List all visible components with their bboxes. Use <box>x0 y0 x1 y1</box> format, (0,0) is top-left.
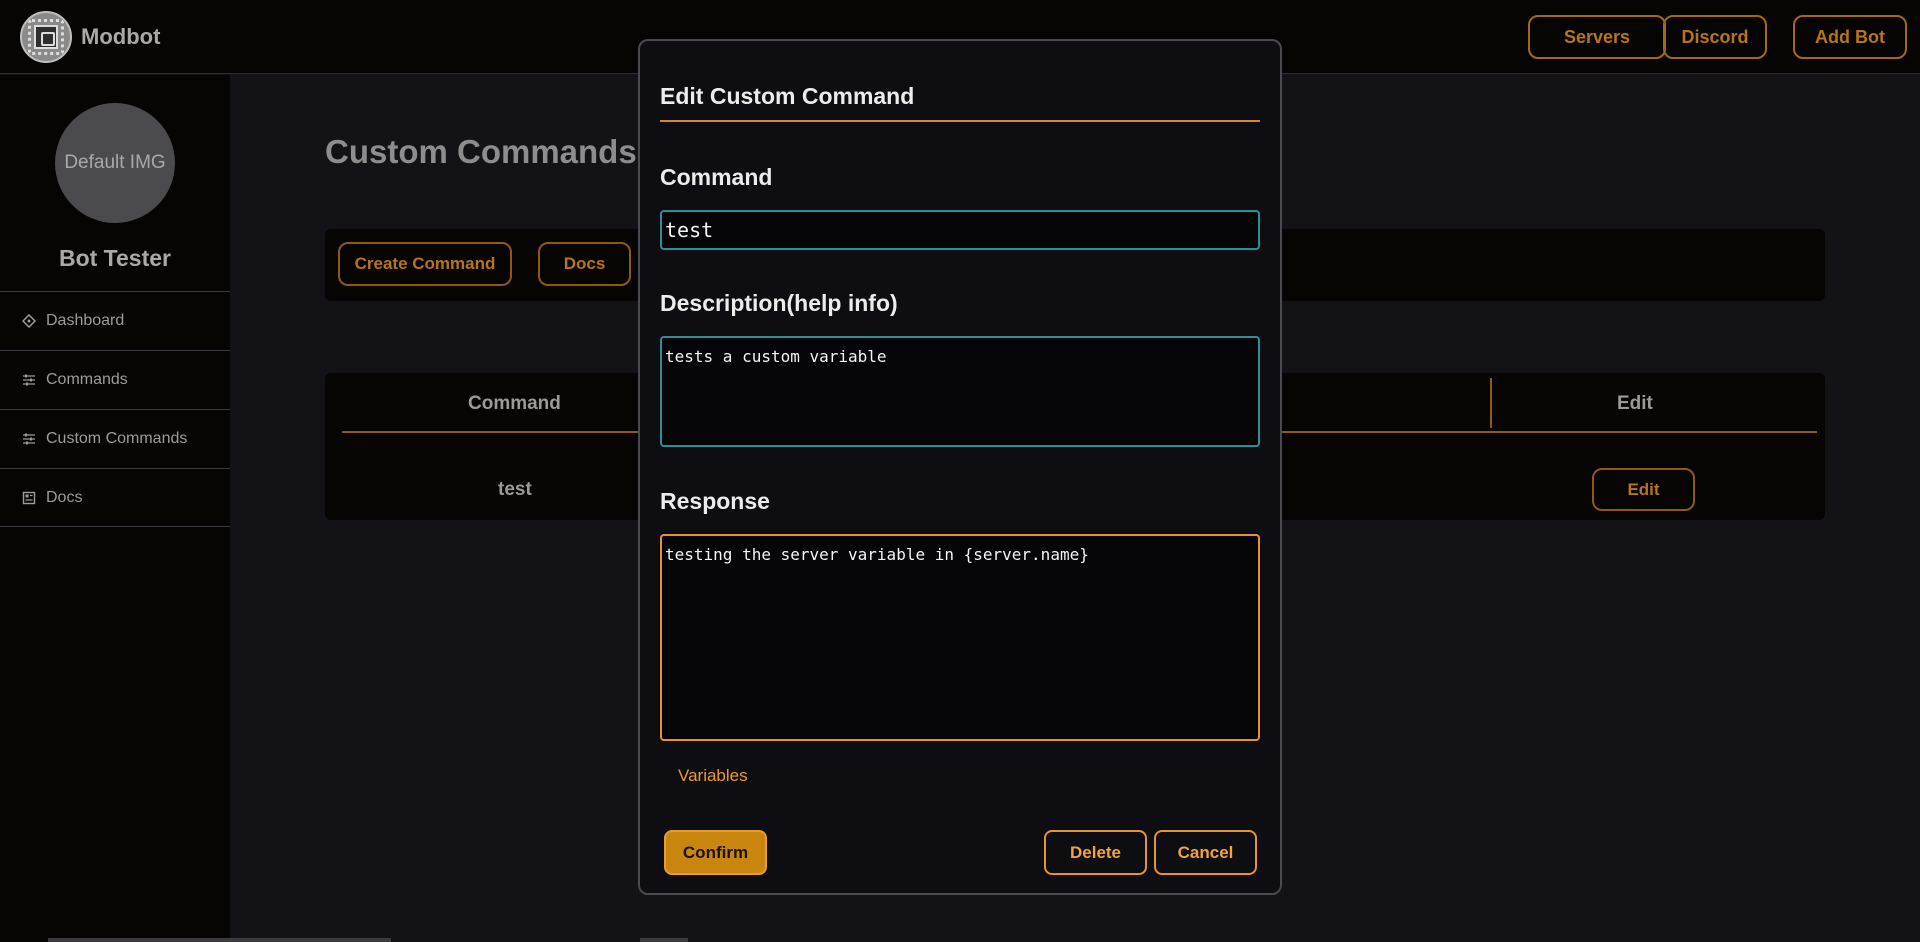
delete-button[interactable]: Delete <box>1044 830 1147 875</box>
column-divider <box>1490 378 1492 428</box>
sidebar-item-label: Custom Commands <box>46 430 188 447</box>
dashboard-icon <box>21 313 37 329</box>
sidebar-item-commands[interactable]: Commands <box>0 350 230 409</box>
edit-button[interactable]: Edit <box>1592 468 1695 511</box>
servers-button[interactable]: Servers <box>1528 15 1666 59</box>
discord-button[interactable]: Discord <box>1663 15 1767 59</box>
command-input[interactable]: test <box>660 210 1260 250</box>
table-cell-command: test <box>498 479 532 500</box>
sidebar-item-label: Commands <box>46 371 128 388</box>
variables-link[interactable]: Variables <box>678 766 748 786</box>
avatar-placeholder-text: Default IMG <box>64 152 166 173</box>
scrollbar-thumb[interactable] <box>48 938 391 942</box>
sidebar-item-label: Dashboard <box>46 312 125 329</box>
sidebar: Default IMG Bot Tester Dashboard Command… <box>0 75 230 942</box>
description-textarea[interactable]: tests a custom variable <box>660 336 1260 447</box>
column-header-edit: Edit <box>1617 393 1653 414</box>
sidebar-item-docs[interactable]: Docs <box>0 468 230 527</box>
page-title: Custom Commands <box>325 133 637 170</box>
scrollbar-thumb[interactable] <box>640 938 688 942</box>
command-label: Command <box>660 164 773 190</box>
bot-name: Bot Tester <box>58 245 172 271</box>
column-header-command: Command <box>468 393 561 414</box>
confirm-button[interactable]: Confirm <box>664 830 767 875</box>
response-textarea[interactable]: testing the server variable in {server.n… <box>660 534 1260 741</box>
sidebar-item-label: Docs <box>46 488 83 506</box>
sidebar-item-custom-commands[interactable]: Custom Commands <box>0 409 230 468</box>
sidebar-item-dashboard[interactable]: Dashboard <box>0 291 230 350</box>
cancel-button[interactable]: Cancel <box>1154 830 1257 875</box>
avatar: Default IMG <box>55 103 175 223</box>
docs-icon <box>22 491 36 505</box>
sidebar-nav: Dashboard Commands Custom Commands Docs <box>0 291 230 527</box>
brand-name[interactable]: Modbot <box>81 24 160 50</box>
create-command-button[interactable]: Create Command <box>338 242 512 286</box>
modbot-logo-icon[interactable] <box>20 11 72 63</box>
docs-button[interactable]: Docs <box>538 242 631 286</box>
sliders-icon <box>22 373 36 387</box>
add-bot-button[interactable]: Add Bot <box>1793 15 1907 59</box>
modal-title-divider <box>660 120 1260 122</box>
modal-title: Edit Custom Command <box>660 83 915 109</box>
edit-command-modal: Edit Custom Command Command test Descrip… <box>638 39 1282 895</box>
response-label: Response <box>660 488 770 514</box>
sliders-icon <box>22 432 36 446</box>
description-label: Description(help info) <box>660 290 898 316</box>
